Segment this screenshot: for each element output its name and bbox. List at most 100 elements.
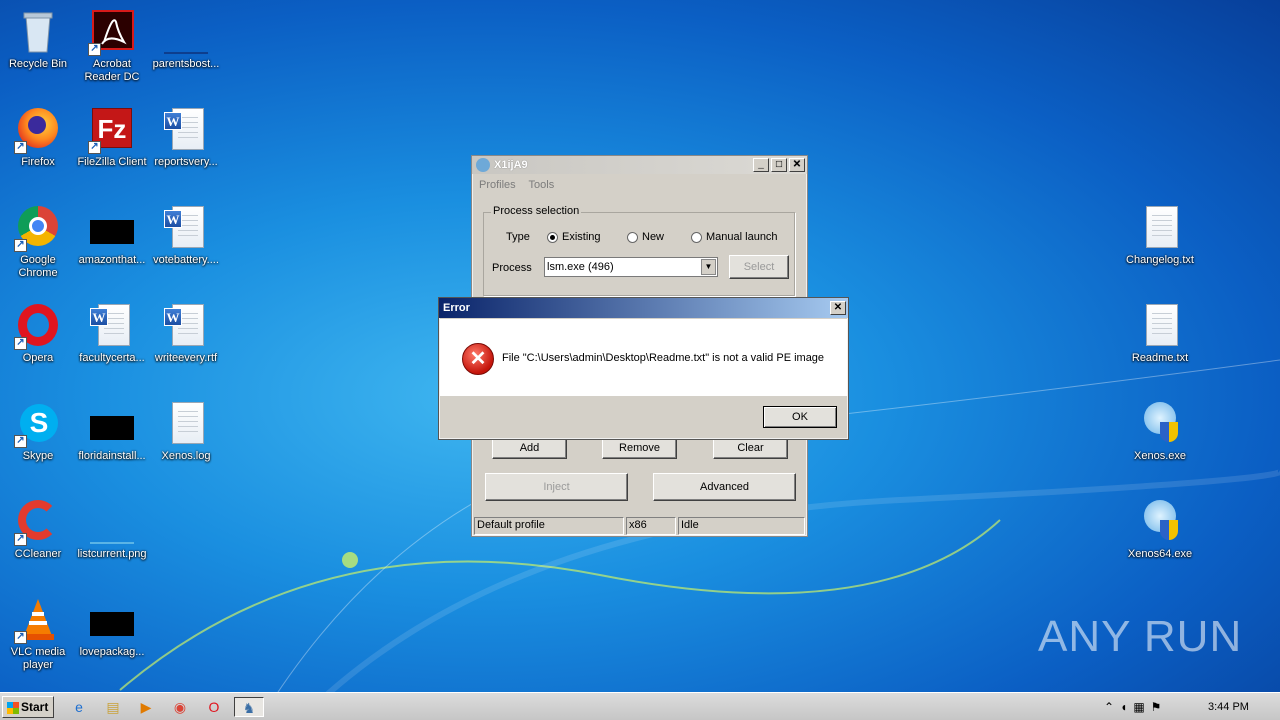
ccleaner-icon: ↗ (14, 498, 62, 546)
close-button[interactable]: ✕ (830, 301, 846, 315)
radio-existing-label: Existing (562, 231, 601, 243)
process-label: Process (492, 262, 532, 274)
desktop-icon-label: FileZilla Client (77, 156, 147, 168)
system-tray: ⌃ ◖ ▦ ⚑ (1104, 697, 1161, 717)
radio-manual-label: Manual launch (706, 231, 778, 243)
status-state: Idle (678, 517, 805, 535)
desktop-icon-label: Xenos.log (161, 450, 211, 462)
chrome-taskbar-icon[interactable]: ◉ (169, 697, 191, 717)
desktop-icon-floridainstall[interactable]: floridainstall... (74, 396, 150, 486)
volume-icon[interactable]: ◖ (1120, 700, 1127, 714)
xenos-app-icon (1136, 400, 1184, 448)
desktop-icon-opera[interactable]: ↗ Opera (0, 298, 76, 388)
desktop-icon-lovepackag[interactable]: lovepackag... (74, 592, 150, 682)
desktop-icon-listcurrent[interactable]: listcurrent.png (74, 494, 150, 584)
minimize-button[interactable]: _ (753, 158, 769, 172)
close-button[interactable]: ✕ (789, 158, 805, 172)
desktop-icon-label: Opera (22, 352, 54, 364)
firefox-icon: ↗ (14, 106, 62, 154)
maximize-button[interactable]: □ (771, 158, 787, 172)
chrome-icon: ↗ (14, 204, 62, 252)
shortcut-arrow-icon: ↗ (14, 631, 27, 644)
menu-profiles[interactable]: Profiles (479, 179, 516, 191)
desktop-icon-votebattery[interactable]: W votebattery.... (148, 200, 224, 290)
internet-explorer-icon[interactable]: e (68, 697, 90, 717)
desktop-icon-label: parentsbost... (152, 58, 220, 70)
error-dialog: Error ✕ ✕ File "C:\Users\admin\Desktop\R… (438, 297, 849, 440)
select-button[interactable]: Select (729, 255, 789, 279)
show-hidden-icons-icon[interactable]: ⌃ (1104, 700, 1114, 714)
network-icon[interactable]: ▦ (1133, 700, 1144, 714)
desktop-icon-xenos64-exe[interactable]: Xenos64.exe (1122, 494, 1198, 584)
action-center-flag-icon[interactable]: ⚑ (1151, 700, 1162, 714)
radio-new[interactable]: New (627, 231, 664, 243)
start-label: Start (21, 700, 49, 714)
desktop-icon-chrome[interactable]: ↗ Google Chrome (0, 200, 76, 290)
desktop-icon-readme[interactable]: Readme.txt (1122, 298, 1198, 388)
error-body: ✕ File "C:\Users\admin\Desktop\Readme.tx… (440, 319, 847, 396)
desktop-icon-label: Acrobat Reader DC (84, 58, 140, 83)
advanced-button[interactable]: Advanced (653, 473, 796, 501)
text-file-icon (1136, 204, 1184, 252)
desktop-icon-xenos-exe[interactable]: Xenos.exe (1122, 396, 1198, 486)
explorer-folder-icon[interactable]: ▤ (102, 697, 124, 717)
desktop-icon-label: VLC media player (10, 646, 66, 671)
anyrun-watermark: ANY RUN (1038, 612, 1243, 661)
filezilla-icon: Fz ↗ (88, 106, 136, 154)
clock[interactable]: 3:44 PM (1208, 701, 1249, 713)
text-file-icon (1136, 302, 1184, 350)
file-icon (88, 400, 136, 448)
clear-button[interactable]: Clear (713, 437, 788, 459)
desktop-icon-label: amazonthat... (78, 254, 146, 266)
type-label: Type (506, 231, 530, 243)
process-dropdown[interactable]: lsm.exe (496) ▼ (544, 257, 718, 277)
media-player-icon[interactable]: ▶ (135, 697, 157, 717)
xenos-taskbar-icon[interactable]: ♞ (234, 697, 264, 717)
opera-taskbar-icon[interactable]: O (203, 697, 225, 717)
radio-manual-launch[interactable]: Manual launch (691, 231, 778, 243)
inject-button[interactable]: Inject (485, 473, 628, 501)
desktop-icon-amazonthat[interactable]: amazonthat... (74, 200, 150, 290)
desktop-icon-label: listcurrent.png (77, 548, 147, 560)
desktop-icon-xenos-log[interactable]: Xenos.log (148, 396, 224, 486)
xenos-titlebar[interactable]: X1ijA9 _ □ ✕ (472, 156, 807, 174)
desktop-icon-label: Xenos64.exe (1127, 548, 1193, 560)
image-file-icon (88, 498, 136, 546)
desktop-icon-parentsbost[interactable]: parentsbost... (148, 4, 224, 94)
remove-button[interactable]: Remove (602, 437, 677, 459)
desktop-icon-ccleaner[interactable]: ↗ CCleaner (0, 494, 76, 584)
desktop-icon-firefox[interactable]: ↗ Firefox (0, 102, 76, 192)
shortcut-arrow-icon: ↗ (88, 141, 101, 154)
desktop-icon-label: CCleaner (14, 548, 62, 560)
desktop-icon-recycle-bin[interactable]: Recycle Bin (0, 4, 76, 94)
radio-existing[interactable]: Existing (547, 231, 601, 243)
status-bar: Default profile x86 Idle (474, 517, 805, 535)
desktop-icon-label: votebattery.... (153, 254, 219, 266)
desktop-icon-acrobat[interactable]: ↗ Acrobat Reader DC (74, 4, 150, 94)
opera-icon: ↗ (14, 302, 62, 350)
word-document-icon: W (162, 106, 210, 154)
error-titlebar[interactable]: Error ✕ (439, 298, 848, 318)
desktop-icon-writeevery[interactable]: W writeevery.rtf (148, 298, 224, 388)
desktop-icon-facultycerta[interactable]: W facultycerta... (74, 298, 150, 388)
desktop-icon-changelog[interactable]: Changelog.txt (1122, 200, 1198, 290)
error-icon: ✕ (462, 343, 494, 375)
xenos-app-icon (1136, 498, 1184, 546)
desktop-icon-label: Changelog.txt (1126, 254, 1194, 266)
file-icon (162, 8, 210, 56)
ok-button[interactable]: OK (763, 406, 837, 428)
desktop-icon-vlc[interactable]: ↗ VLC media player (0, 592, 76, 682)
text-file-icon (162, 400, 210, 448)
word-document-icon: W (162, 302, 210, 350)
add-button[interactable]: Add (492, 437, 567, 459)
desktop-icon-skype[interactable]: S ↗ Skype (0, 396, 76, 486)
menu-tools[interactable]: Tools (529, 179, 555, 191)
desktop-icon-label: Recycle Bin (8, 58, 68, 70)
desktop-icon-reportsvery[interactable]: W reportsvery... (148, 102, 224, 192)
radio-unchecked-icon (691, 231, 702, 243)
desktop-icon-label: facultycerta... (79, 352, 145, 364)
desktop-icon-label: lovepackag... (79, 646, 145, 658)
start-button[interactable]: Start (2, 696, 54, 718)
desktop-icon-filezilla[interactable]: Fz ↗ FileZilla Client (74, 102, 150, 192)
acrobat-icon: ↗ (88, 8, 136, 56)
